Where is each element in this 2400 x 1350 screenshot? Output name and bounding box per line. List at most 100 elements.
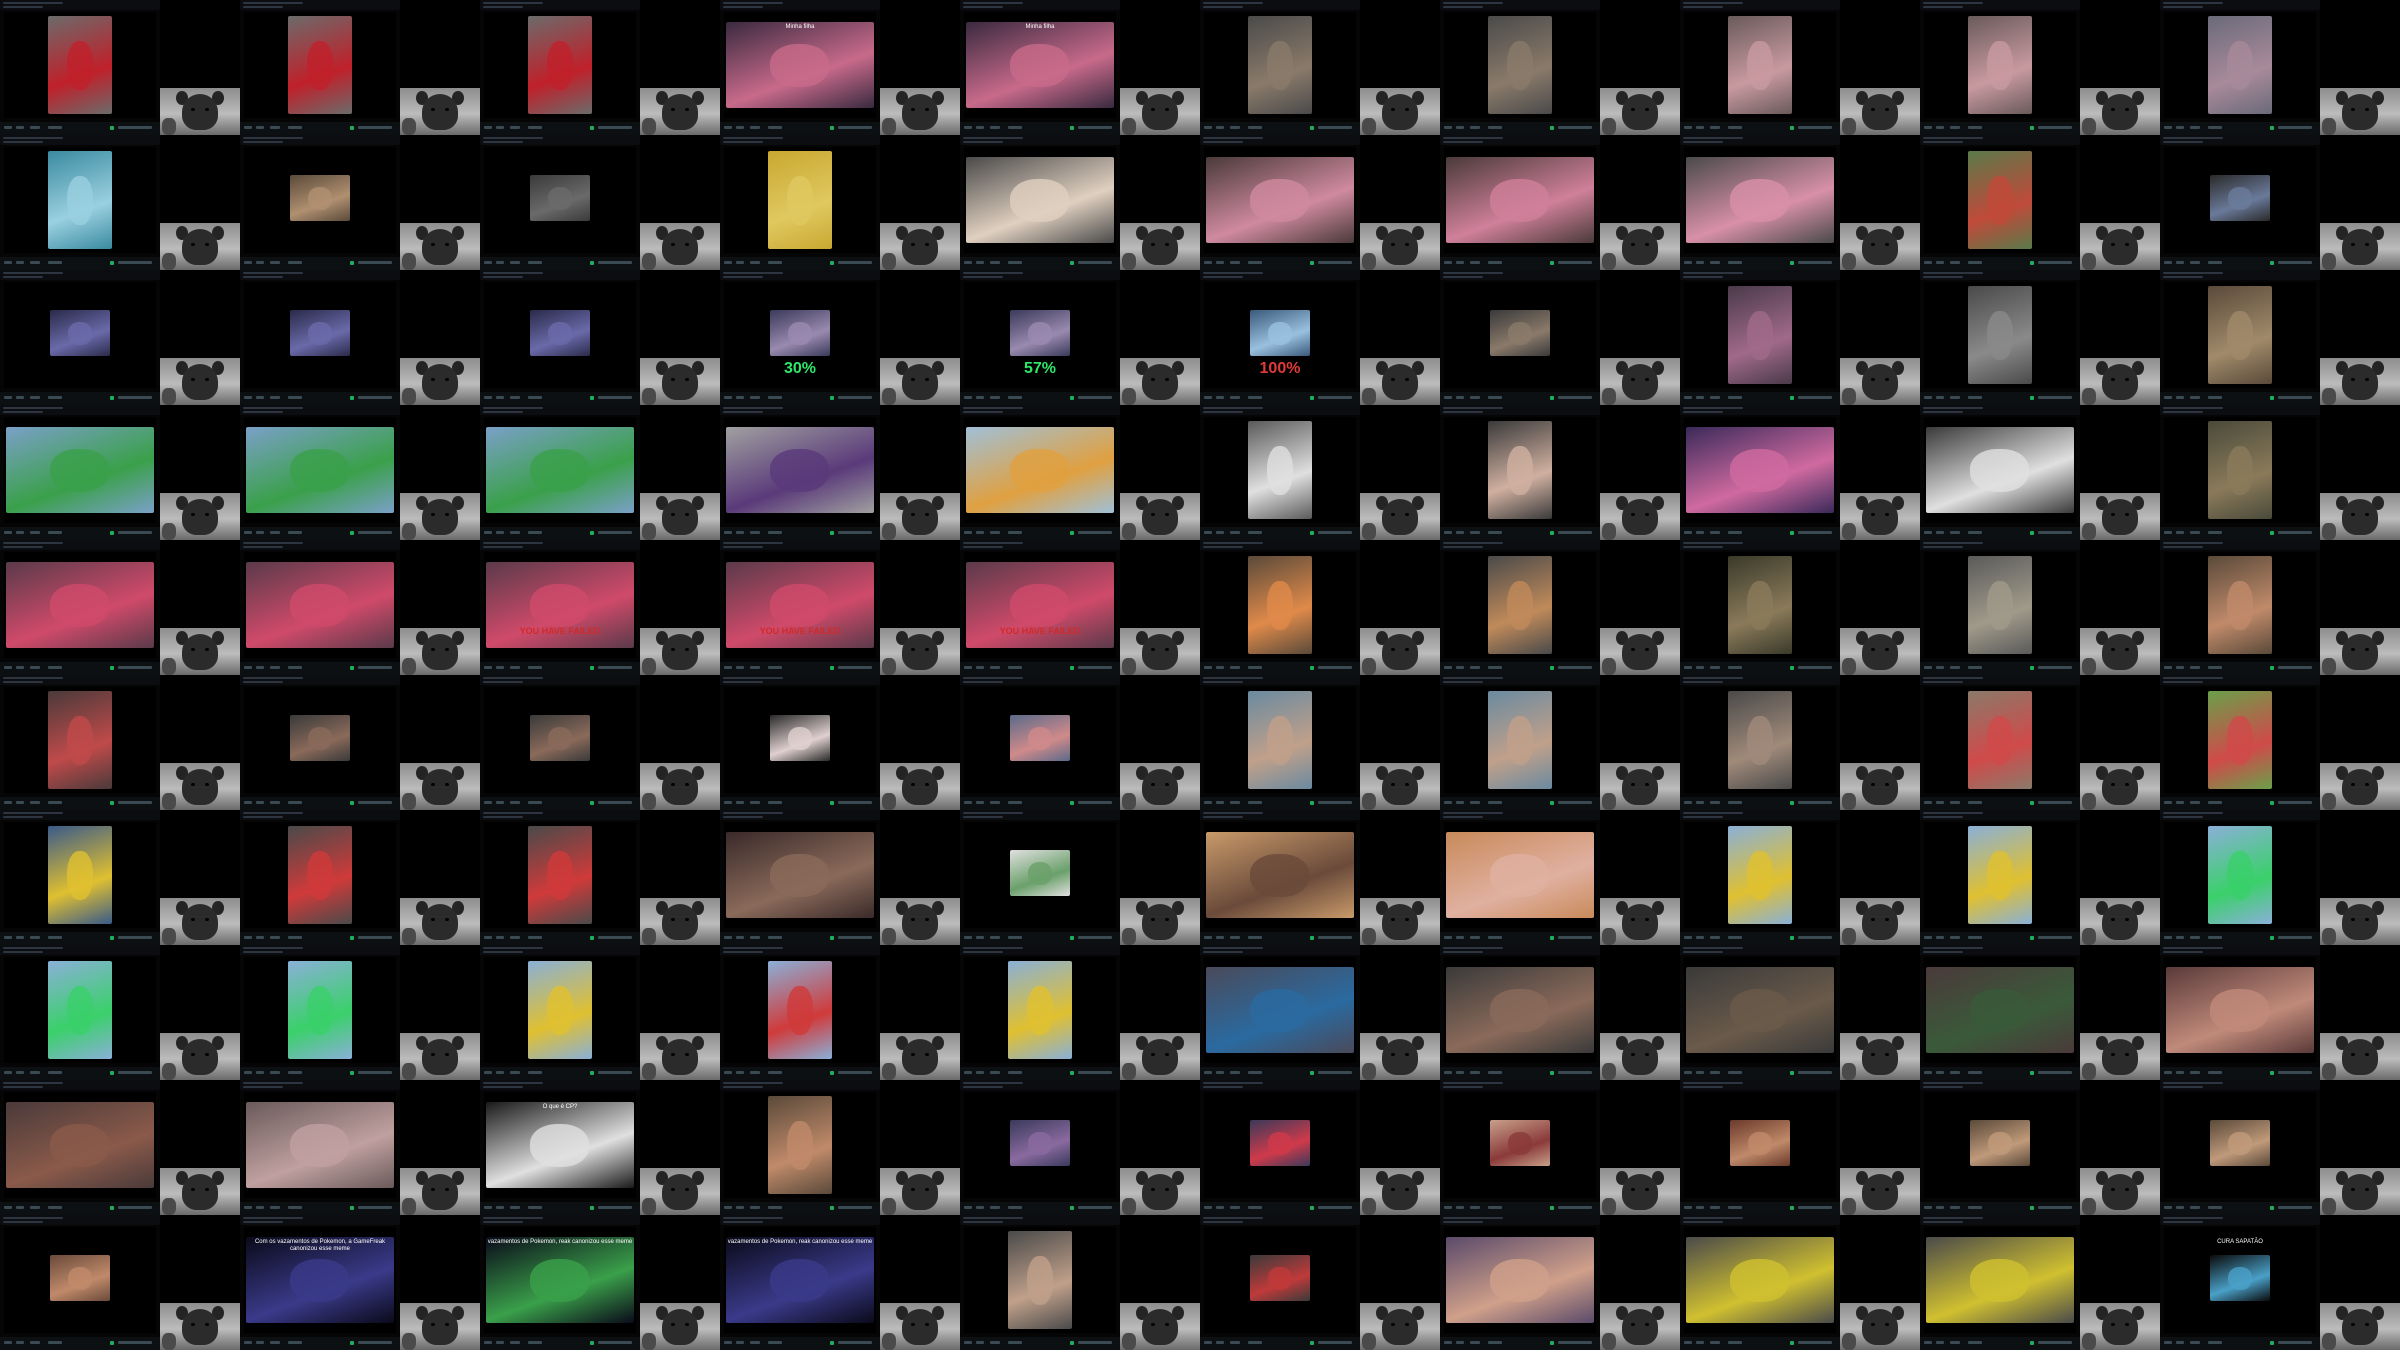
- video-frame[interactable]: [1924, 822, 2076, 928]
- control-button[interactable]: [4, 1341, 12, 1344]
- control-button[interactable]: [2208, 1341, 2222, 1344]
- video-frame[interactable]: YOU HAVE FAILED: [484, 552, 636, 658]
- control-button[interactable]: [1696, 396, 1704, 399]
- video-frame[interactable]: [2164, 687, 2316, 793]
- video-tile[interactable]: [1680, 405, 1920, 540]
- video-frame[interactable]: [244, 1092, 396, 1198]
- control-button[interactable]: [1710, 1341, 1720, 1344]
- control-button[interactable]: [48, 396, 62, 399]
- player-controls[interactable]: [240, 932, 400, 945]
- control-button[interactable]: [1696, 1071, 1704, 1074]
- control-button[interactable]: [1470, 396, 1480, 399]
- control-button[interactable]: [270, 936, 280, 939]
- control-button[interactable]: [2176, 1071, 2184, 1074]
- control-button[interactable]: [1008, 1206, 1022, 1209]
- control-button[interactable]: [2164, 396, 2172, 399]
- control-button[interactable]: [1968, 1206, 1982, 1209]
- video-tile[interactable]: [960, 1215, 1200, 1350]
- control-button[interactable]: [1488, 666, 1502, 669]
- video-frame[interactable]: [4, 1227, 156, 1333]
- control-button[interactable]: [1230, 1206, 1240, 1209]
- player-controls[interactable]: [1920, 1067, 2080, 1080]
- player-controls[interactable]: [1200, 932, 1360, 945]
- video-tile[interactable]: [1920, 405, 2160, 540]
- video-frame[interactable]: [2164, 417, 2316, 523]
- control-button[interactable]: [2190, 1341, 2200, 1344]
- control-button[interactable]: [750, 936, 760, 939]
- control-button[interactable]: [1684, 1071, 1692, 1074]
- control-button[interactable]: [1444, 1071, 1452, 1074]
- player-controls[interactable]: [1680, 1067, 1840, 1080]
- control-button[interactable]: [1488, 801, 1502, 804]
- video-frame[interactable]: [244, 12, 396, 118]
- video-frame[interactable]: [724, 687, 876, 793]
- video-frame[interactable]: [4, 12, 156, 118]
- player-controls[interactable]: [1440, 932, 1600, 945]
- video-tile[interactable]: [960, 1080, 1200, 1215]
- video-frame[interactable]: [1204, 687, 1356, 793]
- video-frame[interactable]: [1684, 12, 1836, 118]
- video-tile[interactable]: [1920, 1215, 2160, 1350]
- player-controls[interactable]: [1680, 797, 1840, 810]
- control-button[interactable]: [1684, 936, 1692, 939]
- control-button[interactable]: [244, 1206, 252, 1209]
- control-button[interactable]: [484, 801, 492, 804]
- player-controls[interactable]: [480, 797, 640, 810]
- control-button[interactable]: [4, 261, 12, 264]
- video-frame[interactable]: [484, 12, 636, 118]
- video-frame[interactable]: 100%: [1204, 282, 1356, 388]
- control-button[interactable]: [1456, 936, 1464, 939]
- video-frame[interactable]: [1444, 147, 1596, 253]
- control-button[interactable]: [1684, 666, 1692, 669]
- control-button[interactable]: [1710, 801, 1720, 804]
- control-button[interactable]: [768, 531, 782, 534]
- control-button[interactable]: [2190, 261, 2200, 264]
- video-tile[interactable]: [240, 0, 480, 135]
- control-button[interactable]: [2208, 396, 2222, 399]
- player-controls[interactable]: [720, 122, 880, 135]
- video-tile[interactable]: [1920, 675, 2160, 810]
- video-frame[interactable]: [1684, 147, 1836, 253]
- control-button[interactable]: [510, 1341, 520, 1344]
- video-tile[interactable]: [1680, 1080, 1920, 1215]
- video-frame[interactable]: [4, 957, 156, 1063]
- control-button[interactable]: [976, 396, 984, 399]
- video-tile[interactable]: [1200, 0, 1440, 135]
- control-button[interactable]: [288, 261, 302, 264]
- control-button[interactable]: [484, 666, 492, 669]
- player-controls[interactable]: [1440, 1067, 1600, 1080]
- video-tile[interactable]: [960, 405, 1200, 540]
- control-button[interactable]: [528, 126, 542, 129]
- control-button[interactable]: [496, 396, 504, 399]
- control-button[interactable]: [768, 666, 782, 669]
- player-controls[interactable]: [2160, 1337, 2320, 1350]
- control-button[interactable]: [2164, 1206, 2172, 1209]
- control-button[interactable]: [2208, 531, 2222, 534]
- control-button[interactable]: [1216, 396, 1224, 399]
- video-frame[interactable]: Com os vazamentos de Pokemon, a GameFrea…: [244, 1227, 396, 1333]
- video-tile[interactable]: [480, 675, 720, 810]
- control-button[interactable]: [528, 396, 542, 399]
- video-frame[interactable]: [1444, 12, 1596, 118]
- video-frame[interactable]: [724, 147, 876, 253]
- control-button[interactable]: [964, 936, 972, 939]
- player-controls[interactable]: [1920, 527, 2080, 540]
- control-button[interactable]: [724, 126, 732, 129]
- video-tile[interactable]: [2160, 675, 2400, 810]
- video-frame[interactable]: [4, 552, 156, 658]
- player-controls[interactable]: [480, 662, 640, 675]
- control-button[interactable]: [1950, 1071, 1960, 1074]
- video-tile[interactable]: [1920, 945, 2160, 1080]
- player-controls[interactable]: [0, 1337, 160, 1350]
- video-tile[interactable]: [2160, 945, 2400, 1080]
- player-controls[interactable]: [1680, 662, 1840, 675]
- control-button[interactable]: [48, 531, 62, 534]
- video-tile[interactable]: [480, 810, 720, 945]
- player-controls[interactable]: [1920, 392, 2080, 405]
- video-tile[interactable]: [480, 135, 720, 270]
- player-controls[interactable]: [1920, 662, 2080, 675]
- video-tile[interactable]: [1200, 810, 1440, 945]
- control-button[interactable]: [4, 801, 12, 804]
- player-controls[interactable]: [2160, 527, 2320, 540]
- control-button[interactable]: [1968, 936, 1982, 939]
